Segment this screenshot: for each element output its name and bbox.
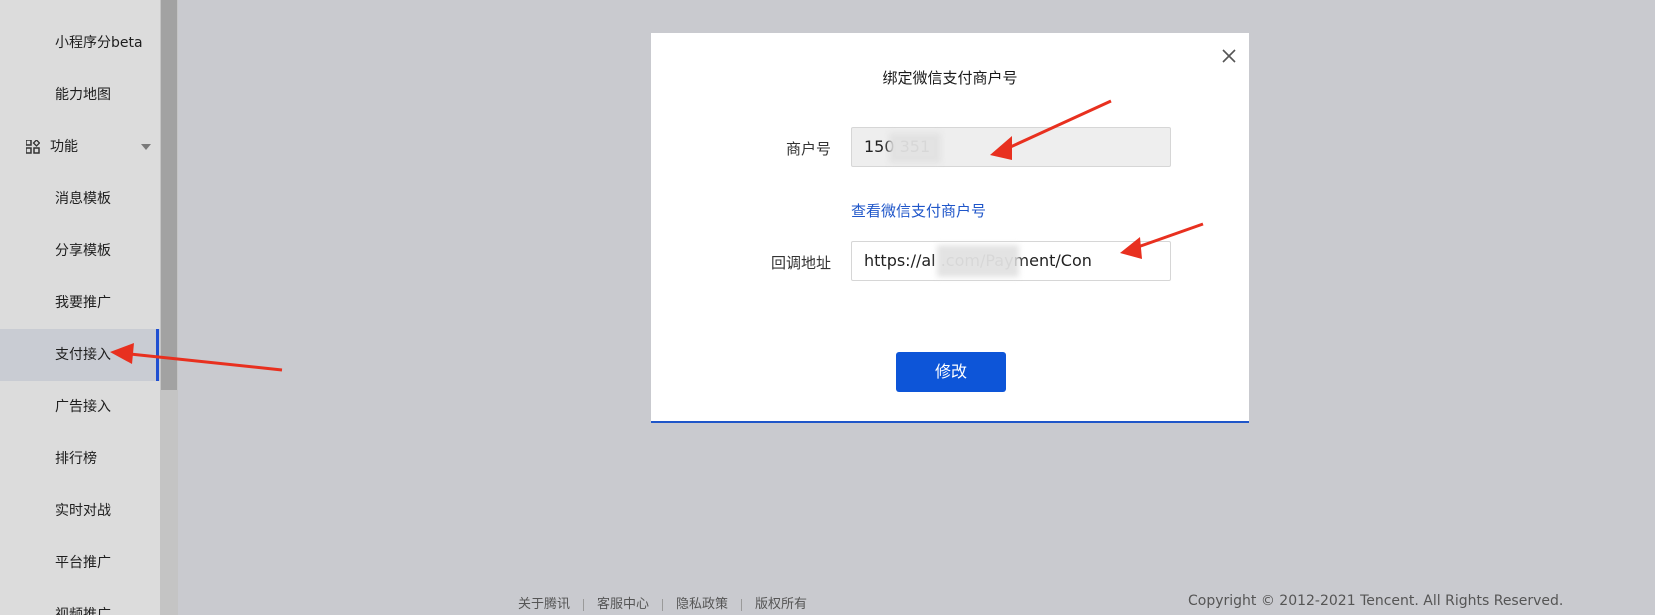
active-indicator (156, 329, 159, 381)
sidebar-item-leaderboard[interactable]: 排行榜 (0, 433, 160, 485)
sidebar-item-label: 平台推广 (55, 555, 111, 571)
modal-title: 绑定微信支付商户号 (882, 69, 1018, 87)
sidebar: 小程序分beta 能力地图 功能 消息模板 分享模板 我要推广 支付接入 广告接… (0, 0, 160, 615)
sidebar-item-share-template[interactable]: 分享模板 (0, 225, 160, 277)
sidebar-item-label: 广告接入 (55, 399, 111, 415)
sidebar-group-label: 功能 (50, 139, 78, 155)
sidebar-item-ad-access[interactable]: 广告接入 (0, 381, 160, 433)
bind-merchant-modal: 绑定微信支付商户号 商户号 150 351 查看微信支付商户号 回调地址 htt… (651, 33, 1249, 423)
sidebar-item-platform-promotion[interactable]: 平台推广 (0, 537, 160, 589)
sidebar-item-payment-access[interactable]: 支付接入 (0, 329, 160, 381)
redaction-blur (889, 133, 941, 163)
merchant-id-label: 商户号 (785, 140, 831, 158)
callback-url-label: 回调地址 (770, 254, 831, 272)
sidebar-item-capability-map[interactable]: 能力地图 (0, 69, 160, 121)
sidebar-item-label: 小程序分beta (55, 35, 143, 51)
sidebar-item-label: 排行榜 (55, 451, 97, 467)
sidebar-item-label: 我要推广 (55, 295, 111, 311)
sidebar-item-realtime-battle[interactable]: 实时对战 (0, 485, 160, 537)
copyright-text: Copyright © 2012-2021 Tencent. All Right… (1188, 593, 1564, 609)
sidebar-item-label: 消息模板 (55, 191, 111, 207)
grid-icon (26, 140, 40, 154)
sidebar-item-video-promotion[interactable]: 视频推广 (0, 589, 160, 615)
sidebar-item-label: 分享模板 (55, 243, 111, 259)
caret-down-icon (141, 144, 151, 150)
sidebar-item-label: 支付接入 (55, 347, 111, 363)
sidebar-item-mini-program-score[interactable]: 小程序分beta (0, 17, 160, 69)
close-icon[interactable] (1219, 46, 1239, 66)
footer-links: 关于腾讯 客服中心 隐私政策 版权所有 (505, 593, 820, 612)
sidebar-item-label: 能力地图 (55, 87, 111, 103)
footer-link-copyright[interactable]: 版权所有 (742, 593, 820, 612)
sidebar-item-label: 实时对战 (55, 503, 111, 519)
sidebar-group-features[interactable]: 功能 (0, 121, 160, 173)
footer-link-about[interactable]: 关于腾讯 (505, 593, 583, 612)
redaction-blur (937, 245, 1019, 277)
sidebar-item-message-template[interactable]: 消息模板 (0, 173, 160, 225)
sidebar-item-promote[interactable]: 我要推广 (0, 277, 160, 329)
view-merchant-link[interactable]: 查看微信支付商户号 (851, 200, 986, 221)
footer-link-support[interactable]: 客服中心 (584, 593, 662, 612)
modify-button[interactable]: 修改 (896, 352, 1006, 392)
sidebar-item-label: 视频推广 (55, 607, 111, 615)
footer-link-privacy[interactable]: 隐私政策 (663, 593, 741, 612)
sidebar-scrollbar-thumb[interactable] (161, 0, 177, 390)
